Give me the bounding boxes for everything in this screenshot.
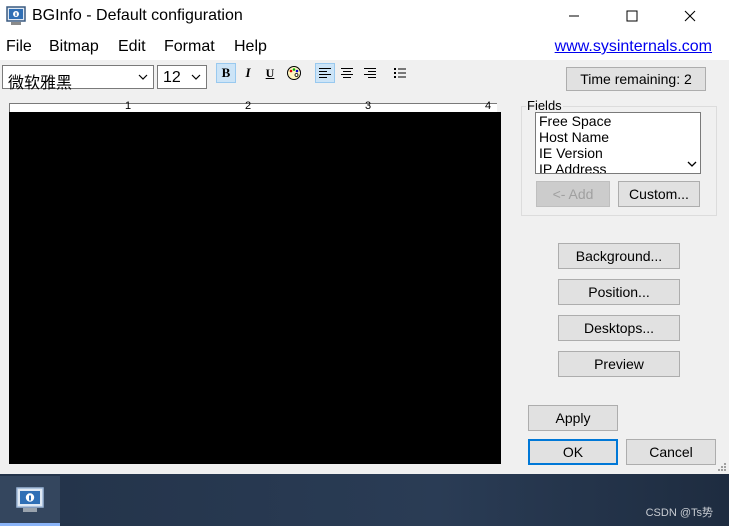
align-left-icon: [319, 68, 331, 78]
resize-grip-icon[interactable]: [715, 460, 727, 472]
align-center-button[interactable]: [337, 63, 357, 83]
desktops-button-label: Desktops...: [583, 320, 655, 336]
position-button-label: Position...: [588, 284, 650, 300]
italic-icon: I: [245, 65, 251, 80]
time-remaining-button[interactable]: Time remaining: 2: [566, 67, 706, 91]
underline-icon: U: [265, 65, 275, 80]
desktops-button[interactable]: Desktops...: [558, 315, 680, 341]
preview-button-label: Preview: [594, 356, 644, 372]
time-remaining-label: Time remaining: 2: [580, 71, 692, 87]
align-left-button[interactable]: [315, 63, 335, 83]
maximize-icon: [626, 10, 638, 22]
list-item[interactable]: Free Space: [536, 113, 700, 129]
italic-button[interactable]: I: [238, 63, 258, 83]
cancel-button-label: Cancel: [649, 444, 693, 460]
align-center-icon: [341, 68, 353, 78]
fields-group-label: Fields: [526, 98, 563, 113]
menu-file[interactable]: File: [6, 38, 32, 56]
list-item[interactable]: Host Name: [536, 129, 700, 145]
add-field-button[interactable]: <- Add: [536, 181, 610, 207]
position-button[interactable]: Position...: [558, 279, 680, 305]
custom-field-button[interactable]: Custom...: [618, 181, 700, 207]
bold-button[interactable]: B: [216, 63, 236, 83]
close-icon: [684, 10, 696, 22]
menu-format[interactable]: Format: [164, 38, 215, 56]
chevron-down-icon: [191, 74, 201, 80]
scroll-down-icon[interactable]: [686, 158, 698, 170]
font-size-value: 12: [163, 69, 181, 86]
sysinternals-link[interactable]: www.sysinternals.com: [555, 38, 712, 56]
menu-bitmap[interactable]: Bitmap: [49, 38, 99, 56]
cancel-button[interactable]: Cancel: [626, 439, 716, 465]
preview-button[interactable]: Preview: [558, 351, 680, 377]
align-right-button[interactable]: [360, 63, 380, 83]
add-field-label: <- Add: [552, 186, 594, 202]
font-name-value: 微软雅黑: [8, 75, 73, 92]
apply-button-label: Apply: [555, 410, 591, 426]
format-toolbar: 微软雅黑 12 B I U Time remaining: 2: [0, 60, 729, 100]
bginfo-window: BGInfo - Default configuration File Bitm…: [0, 0, 729, 474]
minimize-icon: [569, 15, 579, 17]
title-bar: BGInfo - Default configuration: [0, 0, 729, 32]
list-item[interactable]: IE Version: [536, 145, 700, 161]
fields-listbox[interactable]: Free Space Host Name IE Version IP Addre…: [535, 112, 701, 174]
minimize-button[interactable]: [551, 0, 597, 32]
taskbar: CSDN @Ts势: [0, 474, 729, 526]
underline-button[interactable]: U: [260, 63, 280, 83]
bullet-list-icon: [394, 68, 406, 78]
font-name-select[interactable]: 微软雅黑: [2, 65, 154, 92]
text-color-button[interactable]: [284, 63, 304, 83]
menu-help[interactable]: Help: [234, 38, 267, 56]
chevron-down-icon: [138, 74, 148, 80]
bold-icon: B: [221, 65, 231, 80]
custom-field-label: Custom...: [629, 186, 689, 202]
font-size-select[interactable]: 12: [157, 65, 207, 89]
bginfo-app-icon: [6, 6, 26, 25]
ok-button-label: OK: [562, 444, 584, 460]
palette-icon: [287, 66, 301, 80]
ruler-mark: 4: [485, 100, 492, 112]
align-right-icon: [364, 68, 376, 78]
watermark-text: CSDN @Ts势: [645, 507, 713, 519]
ruler-mark: 3: [365, 100, 372, 112]
background-button-label: Background...: [575, 248, 663, 264]
bginfo-app-icon: [16, 486, 44, 512]
info-text-editor[interactable]: [9, 112, 501, 464]
background-button[interactable]: Background...: [558, 243, 680, 269]
apply-button[interactable]: Apply: [528, 405, 618, 431]
ruler-mark: 1: [125, 100, 132, 112]
taskbar-bginfo-button[interactable]: [0, 476, 60, 526]
window-title: BGInfo - Default configuration: [32, 7, 243, 24]
bullets-button[interactable]: [390, 63, 410, 83]
maximize-button[interactable]: [609, 0, 655, 32]
menu-bar: File Bitmap Edit Format Help www.sysinte…: [0, 32, 729, 60]
close-button[interactable]: [667, 0, 713, 32]
ok-button[interactable]: OK: [528, 439, 618, 465]
menu-edit[interactable]: Edit: [118, 38, 146, 56]
list-item[interactable]: IP Address: [536, 161, 700, 173]
ruler-mark: 2: [245, 100, 252, 112]
